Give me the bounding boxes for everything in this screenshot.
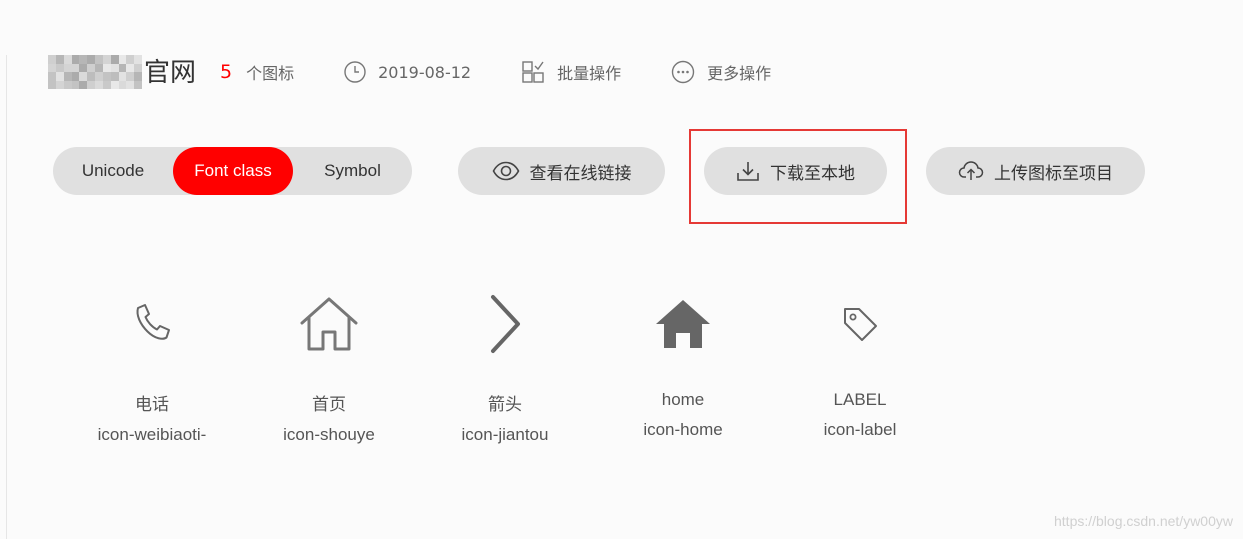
phone-icon xyxy=(136,304,170,340)
icon-name: 电话 xyxy=(135,395,169,414)
left-divider xyxy=(6,55,7,539)
tab-symbol[interactable]: Symbol xyxy=(293,147,412,195)
icon-count-unit: 个图标 xyxy=(246,64,295,83)
icon-name: home xyxy=(661,390,705,409)
tab-font-class[interactable]: Font class xyxy=(173,147,293,195)
icon-card-jiantou[interactable]: 箭头 icon-jiantou xyxy=(425,290,585,445)
icon-class-name: icon-home xyxy=(643,420,723,439)
more-operation-button[interactable]: 更多操作 xyxy=(671,60,771,84)
icon-class-name: icon-jiantou xyxy=(461,425,549,444)
batch-operation-label: 批量操作 xyxy=(557,64,622,83)
eye-icon xyxy=(492,161,519,181)
icon-class-name: icon-label xyxy=(823,420,897,439)
upload-to-project-label: 上传图标至项目 xyxy=(994,163,1113,184)
update-date: 2019-08-12 xyxy=(344,61,471,83)
view-online-link-label: 查看在线链接 xyxy=(529,163,632,184)
icon-card-label[interactable]: LABEL icon-label xyxy=(780,290,940,440)
icon-name: 首页 xyxy=(312,395,346,414)
blurred-project-name xyxy=(48,55,142,89)
tab-unicode[interactable]: Unicode xyxy=(53,147,173,195)
page: 官网 5 个图标 2019-08-12 批量操作 更多操作 Unicode Fo… xyxy=(0,0,1243,539)
icon-class-name: icon-weibiaoti- xyxy=(97,425,207,444)
view-online-link-button[interactable]: 查看在线链接 xyxy=(458,147,665,195)
project-title: 官网 xyxy=(144,57,197,88)
annotation-highlight-box xyxy=(689,129,907,224)
icon-count: 5 xyxy=(220,61,233,83)
icon-name: LABEL xyxy=(833,390,887,409)
tag-icon xyxy=(844,308,877,341)
project-header: 官网 5 个图标 2019-08-12 批量操作 更多操作 xyxy=(48,52,821,92)
house-filled-icon xyxy=(656,300,710,348)
icon-name: 箭头 xyxy=(488,395,522,414)
icon-class-name: icon-shouye xyxy=(283,425,375,444)
icon-card-phone[interactable]: 电话 icon-weibiaoti- xyxy=(72,290,232,445)
mode-switch: Unicode Font class Symbol xyxy=(53,147,412,195)
batch-grid-icon xyxy=(522,61,544,83)
watermark: https://blog.csdn.net/yw00yw xyxy=(1054,513,1233,529)
more-operation-label: 更多操作 xyxy=(707,64,772,83)
more-dots-icon xyxy=(671,60,695,84)
upload-to-project-button[interactable]: 上传图标至项目 xyxy=(926,147,1145,195)
batch-operation-button[interactable]: 批量操作 xyxy=(521,60,621,84)
icon-card-shouye[interactable]: 首页 icon-shouye xyxy=(249,290,409,445)
icon-card-home[interactable]: home icon-home xyxy=(603,290,763,440)
house-outline-icon xyxy=(300,297,358,351)
clock-icon xyxy=(344,61,366,83)
chevron-right-icon xyxy=(491,295,520,353)
cloud-upload-icon xyxy=(958,161,984,180)
update-date-text: 2019-08-12 xyxy=(378,62,472,82)
